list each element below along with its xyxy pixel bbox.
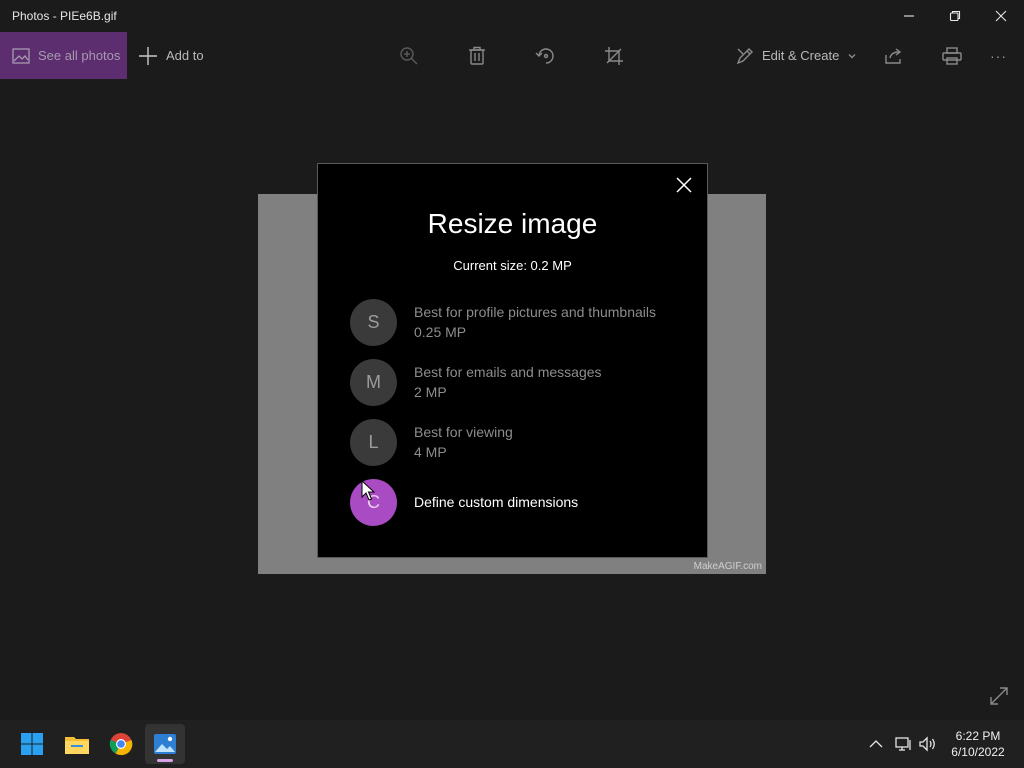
crop-button[interactable] bbox=[604, 32, 624, 79]
zoom-in-icon bbox=[400, 46, 418, 64]
delete-button[interactable] bbox=[468, 32, 486, 79]
photos-app-window: Photos - PIEe6B.gif See all photos Add t… bbox=[0, 0, 1024, 768]
rotate-icon bbox=[535, 47, 554, 64]
chevron-down-icon bbox=[848, 53, 856, 58]
window-title: Photos - PIEe6B.gif bbox=[12, 9, 117, 23]
size-letter-badge: L bbox=[350, 418, 397, 466]
option-size: 2 MP bbox=[414, 384, 447, 400]
taskbar-chrome[interactable] bbox=[101, 724, 141, 764]
volume-button[interactable] bbox=[918, 734, 938, 754]
restore-button[interactable] bbox=[932, 0, 978, 32]
resize-option-medium[interactable]: M Best for emails and messages 2 MP bbox=[350, 358, 690, 406]
chrome-icon bbox=[109, 733, 133, 756]
share-button[interactable] bbox=[884, 32, 904, 79]
size-letter-badge: M bbox=[350, 358, 397, 406]
active-app-indicator bbox=[157, 759, 173, 762]
taskbar-photos[interactable] bbox=[145, 724, 185, 764]
print-button[interactable] bbox=[942, 32, 962, 79]
toolbar: See all photos Add to Edit & Create ··· bbox=[0, 32, 1024, 79]
taskbar-clock[interactable]: 6:22 PM 6/10/2022 bbox=[940, 728, 1016, 760]
chevron-up-icon bbox=[869, 740, 883, 748]
network-button[interactable] bbox=[894, 734, 914, 754]
clock-time: 6:22 PM bbox=[955, 729, 1001, 743]
zoom-button[interactable] bbox=[399, 32, 419, 79]
share-icon bbox=[885, 47, 902, 64]
plus-icon bbox=[139, 46, 157, 65]
dialog-title: Resize image bbox=[427, 208, 598, 239]
option-description: Best for emails and messages bbox=[414, 364, 602, 380]
see-all-photos-button[interactable]: See all photos bbox=[0, 32, 127, 79]
taskbar: 6:22 PM 6/10/2022 bbox=[0, 720, 1024, 768]
show-hidden-icons-button[interactable] bbox=[866, 734, 886, 754]
add-to-label: Add to bbox=[166, 48, 204, 63]
see-all-photos-label: See all photos bbox=[38, 48, 121, 63]
restore-icon bbox=[949, 10, 961, 22]
fullscreen-icon[interactable] bbox=[988, 685, 1010, 707]
trash-icon bbox=[469, 46, 485, 65]
size-letter-badge: S bbox=[350, 298, 397, 346]
option-description: Best for viewing bbox=[414, 424, 513, 440]
minimize-button[interactable] bbox=[886, 0, 932, 32]
minimize-icon bbox=[904, 15, 914, 17]
current-size-label: Current size: 0.2 MP bbox=[453, 258, 572, 273]
clock-date: 6/10/2022 bbox=[951, 745, 1005, 759]
photos-icon bbox=[12, 47, 30, 64]
crop-icon bbox=[605, 46, 623, 65]
folder-icon bbox=[65, 737, 89, 754]
add-to-button[interactable]: Add to bbox=[138, 32, 204, 79]
print-icon bbox=[942, 46, 962, 65]
start-button[interactable] bbox=[12, 724, 52, 764]
windows-logo-icon bbox=[21, 733, 43, 755]
option-description: Define custom dimensions bbox=[414, 494, 579, 510]
more-options-icon: ··· bbox=[990, 47, 1007, 64]
option-description: Best for profile pictures and thumbnails bbox=[414, 304, 657, 320]
volume-icon bbox=[919, 736, 935, 752]
network-icon bbox=[895, 737, 911, 751]
close-icon bbox=[676, 177, 692, 193]
more-options-button[interactable]: ··· bbox=[990, 32, 1007, 79]
image-watermark: MakeAGIF.com bbox=[693, 561, 762, 572]
edit-create-button[interactable]: Edit & Create bbox=[736, 32, 857, 79]
dialog-close-button[interactable] bbox=[673, 174, 695, 196]
option-size: 0.25 MP bbox=[414, 324, 467, 340]
rotate-button[interactable] bbox=[535, 32, 557, 79]
resize-option-small[interactable]: S Best for profile pictures and thumbnai… bbox=[350, 298, 690, 346]
resize-option-custom[interactable]: C Define custom dimensions bbox=[350, 478, 690, 526]
close-icon bbox=[995, 10, 1007, 22]
resize-image-dialog: Resize image Current size: 0.2 MP S Best… bbox=[317, 163, 708, 558]
close-window-button[interactable] bbox=[978, 0, 1024, 32]
edit-pen-icon bbox=[736, 47, 753, 64]
option-size: 4 MP bbox=[414, 444, 447, 460]
title-bar: Photos - PIEe6B.gif bbox=[0, 0, 1024, 32]
taskbar-file-explorer[interactable] bbox=[57, 724, 97, 764]
edit-create-label: Edit & Create bbox=[762, 48, 840, 63]
mouse-cursor-icon bbox=[361, 480, 375, 501]
photos-app-icon bbox=[154, 734, 176, 754]
resize-option-large[interactable]: L Best for viewing 4 MP bbox=[350, 418, 690, 466]
